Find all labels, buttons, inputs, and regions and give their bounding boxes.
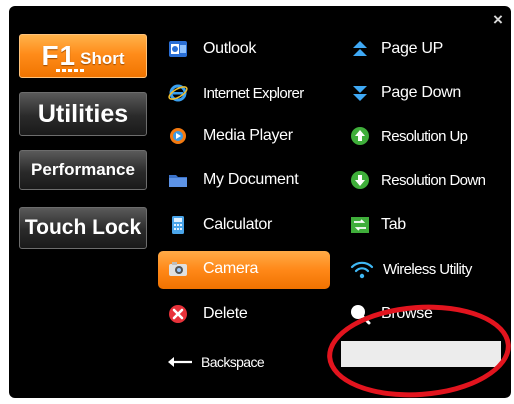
shortcut-outlook[interactable]: Outlook — [167, 31, 256, 67]
f1-label: F1 — [41, 40, 77, 71]
selected-indicator — [56, 69, 86, 72]
shortcut-tab[interactable]: Tab — [349, 207, 406, 243]
utilities-mode-button[interactable]: Utilities — [19, 92, 147, 136]
shortcut-label: Internet Explorer — [203, 84, 304, 102]
internet-explorer-icon — [167, 82, 189, 104]
left-arrow-icon — [167, 351, 193, 373]
performance-mode-button[interactable]: Performance — [19, 150, 147, 190]
page-up-icon — [349, 38, 371, 60]
shortcut-label: Resolution Down — [381, 171, 486, 189]
shortcut-calculator[interactable]: Calculator — [167, 207, 272, 243]
shortcut-wireless-utility[interactable]: Wireless Utility — [349, 251, 472, 287]
shortcut-label: Resolution Up — [381, 127, 468, 145]
shortcut-label: Tab — [381, 216, 406, 233]
media-player-icon — [167, 125, 189, 147]
shortcut-label: Outlook — [203, 40, 257, 57]
folder-icon — [167, 169, 189, 191]
calculator-icon — [167, 214, 189, 236]
shortcut-resolution-up[interactable]: Resolution Up — [349, 118, 468, 154]
shortcut-media-player[interactable]: Media Player — [167, 118, 293, 154]
shortcut-label: Page Down — [381, 84, 462, 101]
resolution-up-icon — [349, 125, 371, 147]
f1-short-mode-button[interactable]: F1 Short — [19, 34, 147, 78]
shortcut-backspace[interactable]: Backspace — [167, 344, 265, 380]
shortcut-label: Delete — [203, 305, 248, 322]
shortcut-label: Calculator — [203, 216, 273, 233]
wireless-icon — [349, 258, 375, 280]
shortcut-label: Wireless Utility — [383, 260, 472, 278]
shortcut-label: My Document — [203, 171, 299, 188]
shortcut-label: Page UP — [381, 40, 443, 57]
shortcut-delete[interactable]: Delete — [167, 296, 248, 332]
page-down-icon — [349, 82, 371, 104]
outlook-icon — [167, 38, 189, 60]
shortcut-resolution-down[interactable]: Resolution Down — [349, 162, 486, 198]
shortcut-camera[interactable]: Camera — [167, 251, 258, 287]
short-label: Short — [80, 49, 125, 68]
shortcut-label: Media Player — [203, 127, 293, 144]
shortcut-page-up[interactable]: Page UP — [349, 31, 443, 67]
resolution-down-icon — [349, 169, 371, 191]
camera-icon — [167, 258, 189, 280]
delete-icon — [167, 303, 189, 325]
shortcut-my-document[interactable]: My Document — [167, 162, 299, 198]
touch-lock-mode-button[interactable]: Touch Lock — [19, 207, 147, 249]
tab-icon — [349, 214, 371, 236]
shortcut-internet-explorer[interactable]: Internet Explorer — [167, 75, 304, 111]
shortcut-label: Backspace — [201, 354, 265, 370]
shortcut-page-down[interactable]: Page Down — [349, 75, 461, 111]
close-icon[interactable]: × — [490, 11, 506, 28]
shortcut-label: Camera — [203, 260, 259, 277]
